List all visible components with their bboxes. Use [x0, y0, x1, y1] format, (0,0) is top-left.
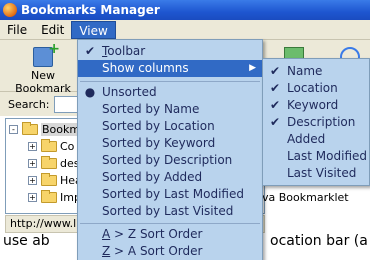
menu-item-label: Sorted by Name: [102, 102, 200, 116]
menu-item-label: Last Modified: [287, 149, 368, 163]
folder-icon: [41, 172, 57, 186]
menu-item-sorted-by-keyword[interactable]: Sorted by Keyword: [78, 135, 262, 152]
view-menu: ✔ Toolbar Show columns ▶ ● Unsorted Sort…: [77, 39, 263, 260]
column-toggle-added[interactable]: Added: [263, 131, 369, 148]
menu-item-label-rest: > Z Sort Order: [110, 227, 203, 241]
column-toggle-location[interactable]: ✔ Location: [263, 80, 369, 97]
menu-separator: [80, 223, 260, 224]
menu-item-label: Toolbar: [102, 44, 146, 58]
tree-item[interactable]: + Hea: [28, 172, 82, 188]
expand-icon[interactable]: +: [28, 158, 37, 168]
menu-item-label: Sorted by Location: [102, 119, 215, 133]
firefox-icon: [3, 3, 17, 17]
page-text-left: use ab: [3, 233, 50, 249]
menu-item-unsorted[interactable]: ● Unsorted: [78, 84, 262, 101]
menu-bar: File Edit View: [0, 20, 370, 40]
tree-item[interactable]: + Co: [28, 138, 74, 154]
collapse-icon[interactable]: -: [9, 124, 18, 134]
menu-item-label: Sorted by Last Modified: [102, 187, 244, 201]
page-text-right: ocation bar (a: [270, 233, 368, 249]
menu-item-toolbar[interactable]: ✔ Toolbar: [78, 43, 262, 60]
menu-item-label: Keyword: [287, 98, 339, 112]
check-icon: ✔: [269, 98, 281, 112]
expand-icon[interactable]: +: [28, 141, 37, 151]
new-bookmark-button[interactable]: New Bookmark: [8, 41, 78, 95]
show-columns-submenu: ✔ Name ✔ Location ✔ Keyword ✔ Descriptio…: [262, 58, 370, 186]
column-toggle-description[interactable]: ✔ Description: [263, 114, 369, 131]
menu-item-label: A > Z Sort Order: [102, 227, 203, 241]
menu-item-sorted-by-description[interactable]: Sorted by Description: [78, 152, 262, 169]
menu-item-sorted-by-added[interactable]: Sorted by Added: [78, 169, 262, 186]
menu-item-label: Name: [287, 64, 323, 78]
folder-icon: [41, 189, 57, 203]
column-toggle-last-visited[interactable]: Last Visited: [263, 165, 369, 182]
menu-item-sort-z-a[interactable]: Z > A Sort Order: [78, 243, 262, 260]
menu-item-label: Unsorted: [102, 85, 157, 99]
expand-icon[interactable]: +: [28, 192, 37, 202]
menu-item-label: Location: [287, 81, 338, 95]
submenu-arrow-icon: ▶: [249, 63, 256, 73]
menu-item-show-columns[interactable]: Show columns ▶: [78, 60, 262, 77]
expand-icon[interactable]: +: [28, 175, 37, 185]
menu-item-label-rest: > A Sort Order: [110, 244, 203, 258]
menu-view[interactable]: View: [71, 20, 116, 39]
radio-dot-icon: ●: [84, 85, 96, 99]
menu-item-label: Sorted by Keyword: [102, 136, 216, 150]
search-label: Search:: [8, 97, 50, 111]
menu-item-label-rest: oolbar: [107, 44, 146, 58]
title-bar: Bookmarks Manager: [0, 0, 370, 20]
menu-item-label: Z > A Sort Order: [102, 244, 203, 258]
menu-item-label: Description: [287, 115, 356, 129]
menu-edit[interactable]: Edit: [34, 21, 71, 39]
menu-item-label: Sorted by Description: [102, 153, 233, 167]
folder-icon: [22, 121, 38, 135]
list-item[interactable]: va Bookmarklet: [262, 191, 349, 204]
check-icon: ✔: [269, 81, 281, 95]
menu-item-sorted-by-last-visited[interactable]: Sorted by Last Visited: [78, 203, 262, 220]
check-icon: ✔: [84, 44, 96, 58]
menu-file[interactable]: File: [0, 21, 34, 39]
menu-item-sorted-by-name[interactable]: Sorted by Name: [78, 101, 262, 118]
menu-item-label: Sorted by Last Visited: [102, 204, 234, 218]
menu-item-sort-a-z[interactable]: A > Z Sort Order: [78, 226, 262, 243]
check-icon: ✔: [269, 64, 281, 78]
menu-item-label: Sorted by Added: [102, 170, 203, 184]
tree-item-label: Co: [60, 139, 75, 153]
check-icon: ✔: [269, 115, 281, 129]
menu-item-sorted-by-last-modified[interactable]: Sorted by Last Modified: [78, 186, 262, 203]
menu-item-label: Last Visited: [287, 166, 357, 180]
folder-icon: [41, 138, 57, 152]
tree-item[interactable]: + des: [28, 155, 79, 171]
window-title: Bookmarks Manager: [21, 3, 160, 17]
menu-item-label: Show columns: [102, 61, 189, 75]
folder-icon: [41, 155, 57, 169]
new-bookmark-icon: [33, 41, 60, 67]
menu-item-sorted-by-location[interactable]: Sorted by Location: [78, 118, 262, 135]
column-toggle-last-modified[interactable]: Last Modified: [263, 148, 369, 165]
column-toggle-keyword[interactable]: ✔ Keyword: [263, 97, 369, 114]
tree-item[interactable]: + Imp: [28, 189, 81, 205]
column-toggle-name[interactable]: ✔ Name: [263, 63, 369, 80]
menu-item-label: Added: [287, 132, 326, 146]
menu-separator: [80, 81, 260, 82]
